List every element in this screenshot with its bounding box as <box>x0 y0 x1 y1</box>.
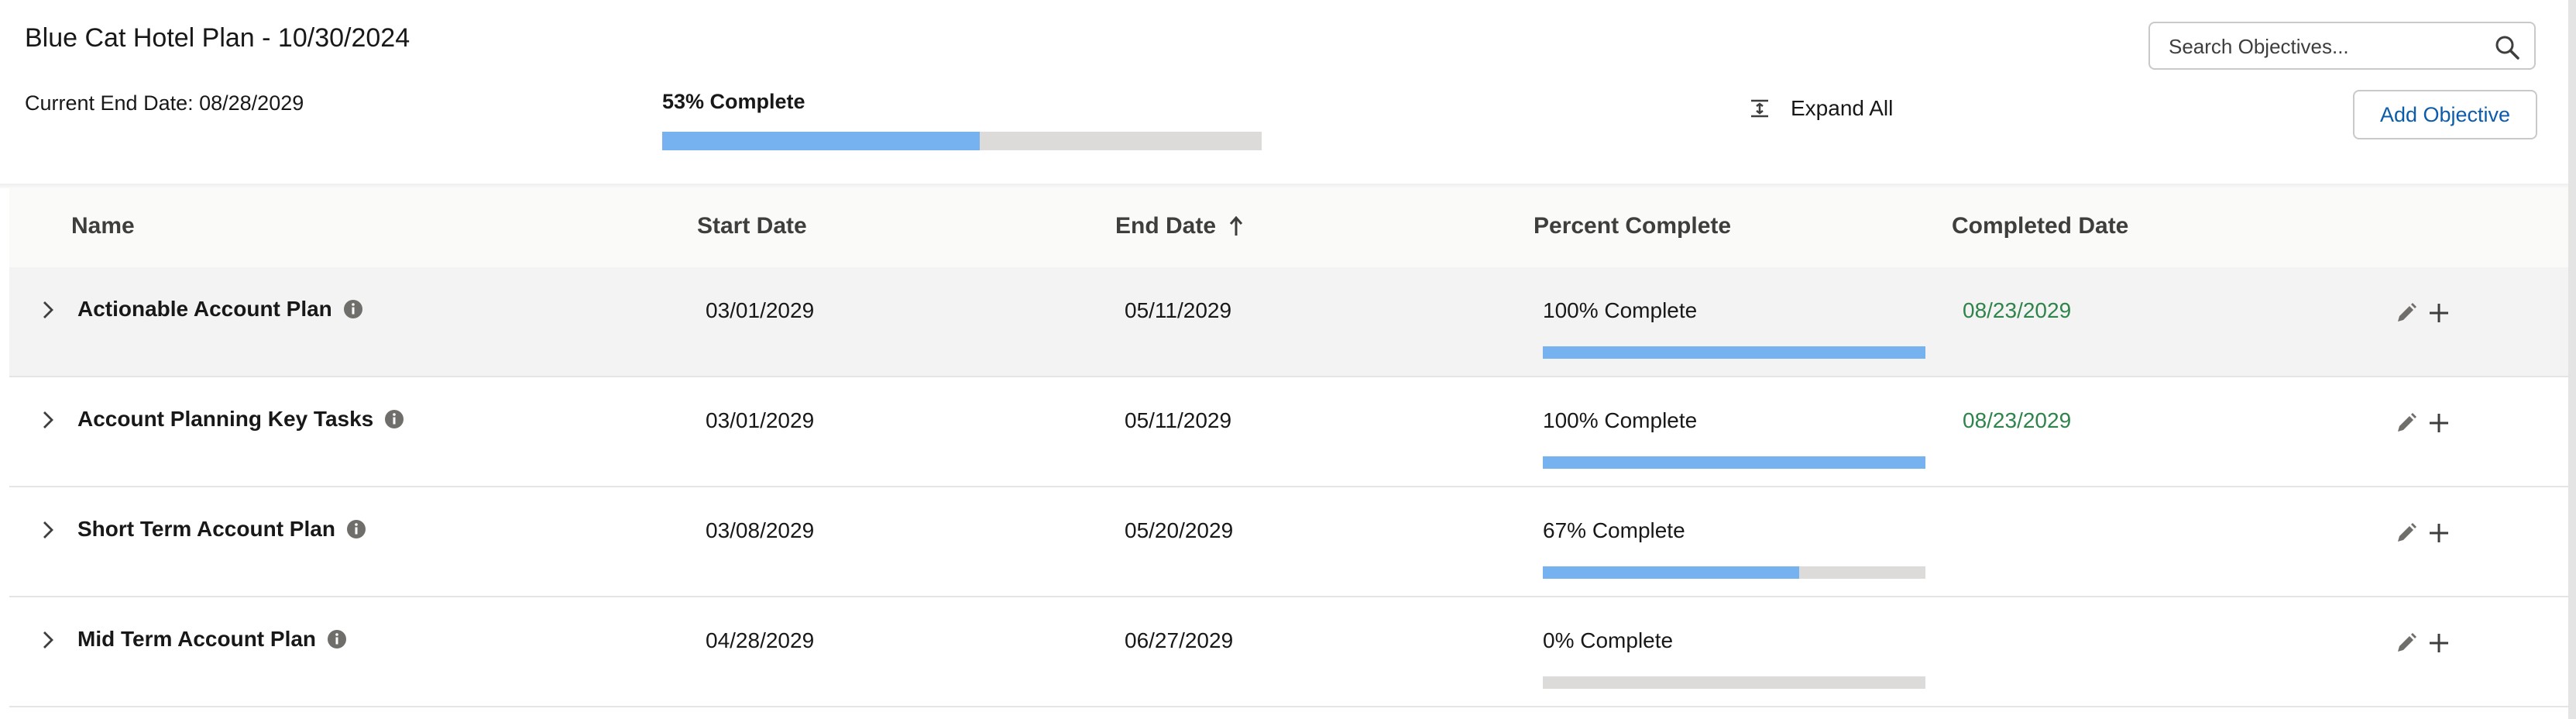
objective-name: Short Term Account Plan <box>77 517 366 542</box>
search-input[interactable] <box>2167 23 2480 70</box>
pencil-icon[interactable] <box>2395 521 2418 545</box>
percent-complete-label: 67% Complete <box>1543 518 1685 542</box>
percent-complete-fill <box>1543 566 1799 579</box>
percent-complete-bar <box>1543 676 1925 689</box>
start-date-cell: 04/28/2029 <box>706 628 815 652</box>
info-icon[interactable] <box>327 629 347 649</box>
plus-icon[interactable] <box>2427 521 2451 545</box>
column-header-completed-date[interactable]: Completed Date <box>1952 213 2128 239</box>
plus-icon[interactable] <box>2427 301 2451 325</box>
percent-complete-fill <box>1543 346 1925 359</box>
objective-name: Actionable Account Plan <box>77 297 363 322</box>
end-date-cell: 06/27/2029 <box>1125 628 1234 652</box>
pencil-icon[interactable] <box>2395 301 2418 325</box>
chevron-right-icon[interactable] <box>37 408 59 432</box>
current-end-date: Current End Date: 08/28/2029 <box>25 91 304 115</box>
percent-complete-label: 0% Complete <box>1543 628 1674 652</box>
percent-complete-label: 100% Complete <box>1543 408 1698 432</box>
objectives-page: Blue Cat Hotel Plan - 10/30/2024 Current… <box>0 0 2576 719</box>
info-icon[interactable] <box>384 409 404 429</box>
search-icon[interactable] <box>2494 34 2520 60</box>
pencil-icon[interactable] <box>2395 631 2418 655</box>
end-date-cell: 05/11/2029 <box>1125 408 1232 432</box>
arrow-up-icon <box>1229 215 1243 236</box>
chevron-right-icon[interactable] <box>37 298 59 322</box>
start-date-cell: 03/01/2029 <box>706 408 815 432</box>
page-scrollbar[interactable] <box>2568 0 2576 719</box>
expand-all-button[interactable]: Expand All <box>1749 90 1893 127</box>
table-row[interactable]: Mid Term Account Plan 04/28/2029 06/27/202… <box>9 597 2568 707</box>
expand-all-icon <box>1751 99 1768 118</box>
add-objective-button[interactable]: Add Objective <box>2353 90 2537 139</box>
expand-all-label: Expand All <box>1791 96 1894 120</box>
start-date-cell: 03/01/2029 <box>706 298 815 322</box>
plus-icon[interactable] <box>2427 411 2451 435</box>
column-header-percent-complete[interactable]: Percent Complete <box>1534 213 1731 239</box>
column-header-name[interactable]: Name <box>71 213 135 239</box>
end-date-cell: 05/11/2029 <box>1125 298 1232 322</box>
chevron-right-icon[interactable] <box>37 628 59 652</box>
end-date-cell: 05/20/2029 <box>1125 518 1234 542</box>
table-row[interactable]: Account Planning Key Tasks 03/01/2029 05/1… <box>9 377 2568 487</box>
info-icon[interactable] <box>343 299 363 319</box>
completed-date-cell: 08/23/2029 <box>1963 298 2072 322</box>
pencil-icon[interactable] <box>2395 411 2418 435</box>
percent-complete-bar <box>1543 346 1925 359</box>
overall-progress-fill <box>662 132 981 150</box>
plan-title: Blue Cat Hotel Plan - 10/30/2024 <box>25 23 410 53</box>
objective-name-text: Short Term Account Plan <box>77 517 335 541</box>
objective-name: Mid Term Account Plan <box>77 627 347 652</box>
start-date-cell: 03/08/2029 <box>706 518 815 542</box>
chevron-right-icon[interactable] <box>37 518 59 542</box>
overall-progress-bar <box>662 132 1262 150</box>
table-row[interactable]: Short Term Account Plan 03/08/2029 05/20/2… <box>9 487 2568 597</box>
column-header-start-date-label: Start Date <box>697 213 807 239</box>
column-header-name-label: Name <box>71 213 135 239</box>
table-header: Name Start Date End Date Percent Complet… <box>9 188 2568 267</box>
column-header-percent-complete-label: Percent Complete <box>1534 213 1732 239</box>
column-header-end-date-label: End Date <box>1115 213 1217 239</box>
completed-date-cell: 08/23/2029 <box>1963 408 2072 432</box>
overall-progress-label: 53% Complete <box>662 90 805 113</box>
objective-name-text: Account Planning Key Tasks <box>77 407 374 431</box>
percent-complete-fill <box>1543 456 1925 469</box>
column-header-end-date[interactable]: End Date <box>1115 213 1244 239</box>
objective-name: Account Planning Key Tasks <box>77 407 404 432</box>
table-row[interactable]: Actionable Account Plan 03/01/2029 05/11/2… <box>9 267 2568 377</box>
column-header-completed-date-label: Completed Date <box>1952 213 2129 239</box>
column-header-start-date[interactable]: Start Date <box>697 213 807 239</box>
plus-icon[interactable] <box>2427 631 2451 655</box>
percent-complete-label: 100% Complete <box>1543 298 1698 322</box>
percent-complete-bar <box>1543 456 1925 469</box>
percent-complete-bar <box>1543 566 1925 579</box>
info-icon[interactable] <box>346 519 366 539</box>
objective-name-text: Actionable Account Plan <box>77 297 332 321</box>
objective-name-text: Mid Term Account Plan <box>77 627 317 651</box>
search-box[interactable] <box>2148 22 2536 70</box>
